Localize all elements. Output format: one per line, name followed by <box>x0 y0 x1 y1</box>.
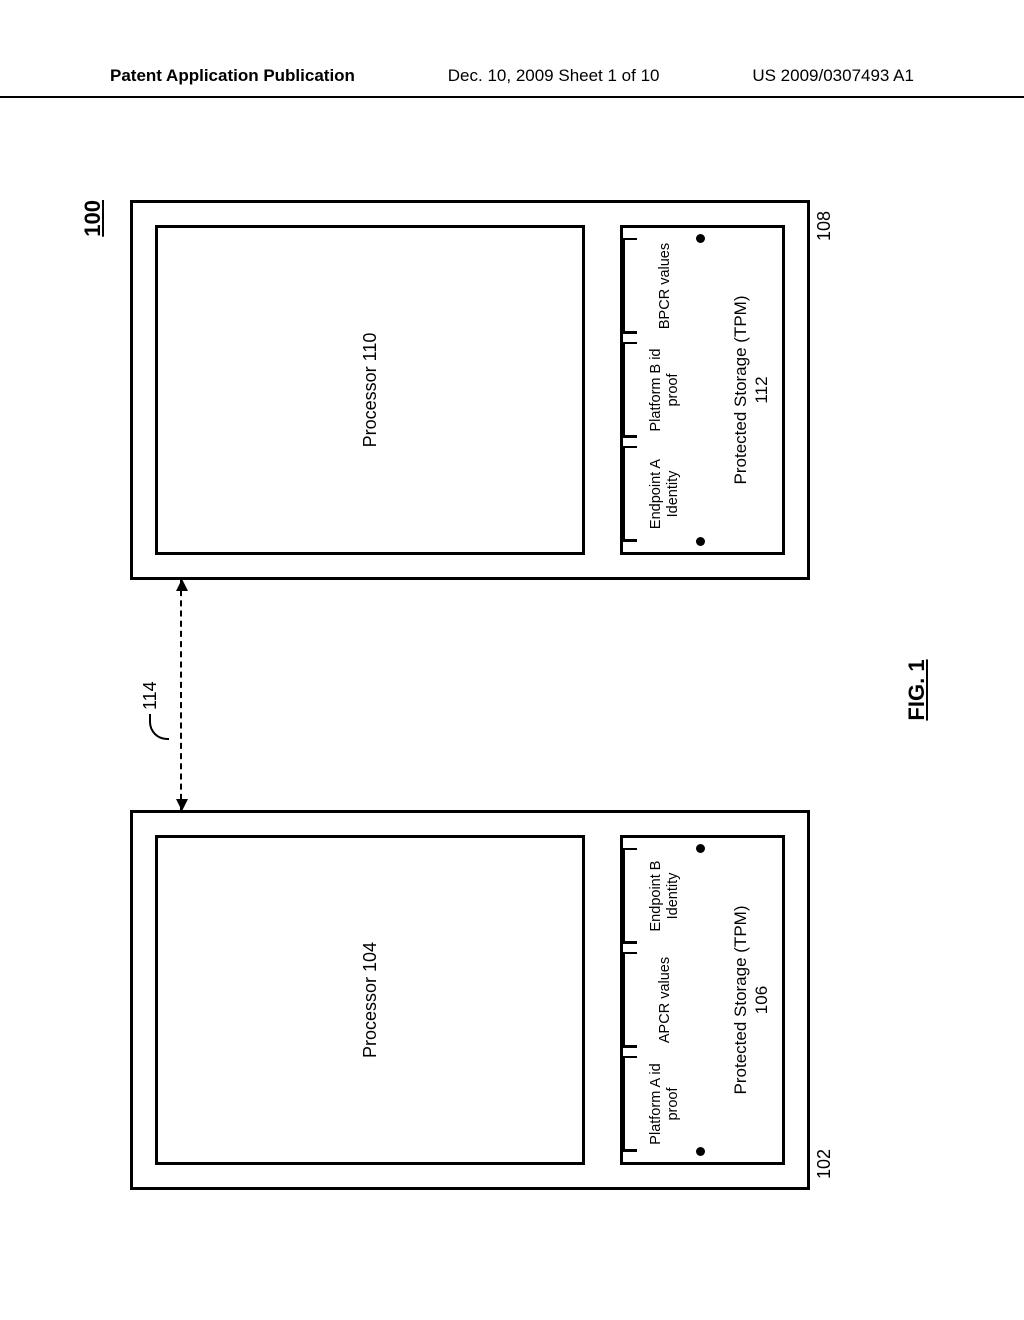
tpm-a-slot-1-label: APCR values <box>657 957 674 1043</box>
tpm-a-slot-apcr: APCR values <box>623 952 701 1048</box>
tpm-a-slot-2-label: Endpoint B Identity <box>648 848 681 944</box>
tpm-a-slot-endpoint-b: Endpoint B Identity <box>623 848 701 944</box>
tpm-a: Platform A id proof APCR values Endpoint… <box>620 835 785 1165</box>
platform-a-ref: 102 <box>814 1149 835 1179</box>
tpm-b-slot-2-label: BPCR values <box>657 243 674 329</box>
platform-a: 102 Processor 104 Platform A id proof AP… <box>130 810 810 1190</box>
tpm-b-slot-1-label: Platform B id proof <box>648 342 681 438</box>
processor-a: Processor 104 <box>155 835 585 1165</box>
tpm-a-label-line1: Protected Storage (TPM) <box>731 906 750 1095</box>
tpm-b-slot-endpoint-a: Endpoint A Identity <box>623 446 701 542</box>
tpm-a-label-line2: 106 <box>752 986 771 1014</box>
header-sheet: Dec. 10, 2009 Sheet 1 of 10 <box>448 66 660 86</box>
tpm-b: Endpoint A Identity Platform B id proof … <box>620 225 785 555</box>
leader-hook-icon <box>149 714 169 740</box>
tpm-a-slot-platform-id: Platform A id proof <box>623 1056 701 1152</box>
link-ref-text: 114 <box>140 681 160 710</box>
tpm-b-slot-platform-id: Platform B id proof <box>623 342 701 438</box>
drawing-sheet: 100 114 102 Processor 104 Platform A id … <box>60 160 960 1220</box>
tpm-b-label: Protected Storage (TPM) 112 <box>730 228 773 552</box>
link-line-114 <box>180 580 182 810</box>
tpm-a-label: Protected Storage (TPM) 106 <box>730 838 773 1162</box>
tpm-b-label-line1: Protected Storage (TPM) <box>731 296 750 485</box>
tpm-b-label-line2: 112 <box>752 376 771 403</box>
link-ref-114: 114 <box>140 681 161 740</box>
platform-b-ref: 108 <box>814 211 835 241</box>
processor-b: Processor 110 <box>155 225 585 555</box>
header-publication: Patent Application Publication <box>110 66 355 86</box>
tpm-b-slot-bpcr: BPCR values <box>623 238 701 334</box>
figure-caption: FIG. 1 <box>904 659 930 720</box>
tpm-b-slot-0-label: Endpoint A Identity <box>648 446 681 542</box>
figure-ref-100: 100 <box>80 200 106 237</box>
platform-b: 108 Processor 110 Endpoint A Identity Pl… <box>130 200 810 580</box>
header-docnum: US 2009/0307493 A1 <box>752 66 914 86</box>
page-header: Patent Application Publication Dec. 10, … <box>0 66 1024 98</box>
tpm-a-slot-0-label: Platform A id proof <box>648 1056 681 1152</box>
